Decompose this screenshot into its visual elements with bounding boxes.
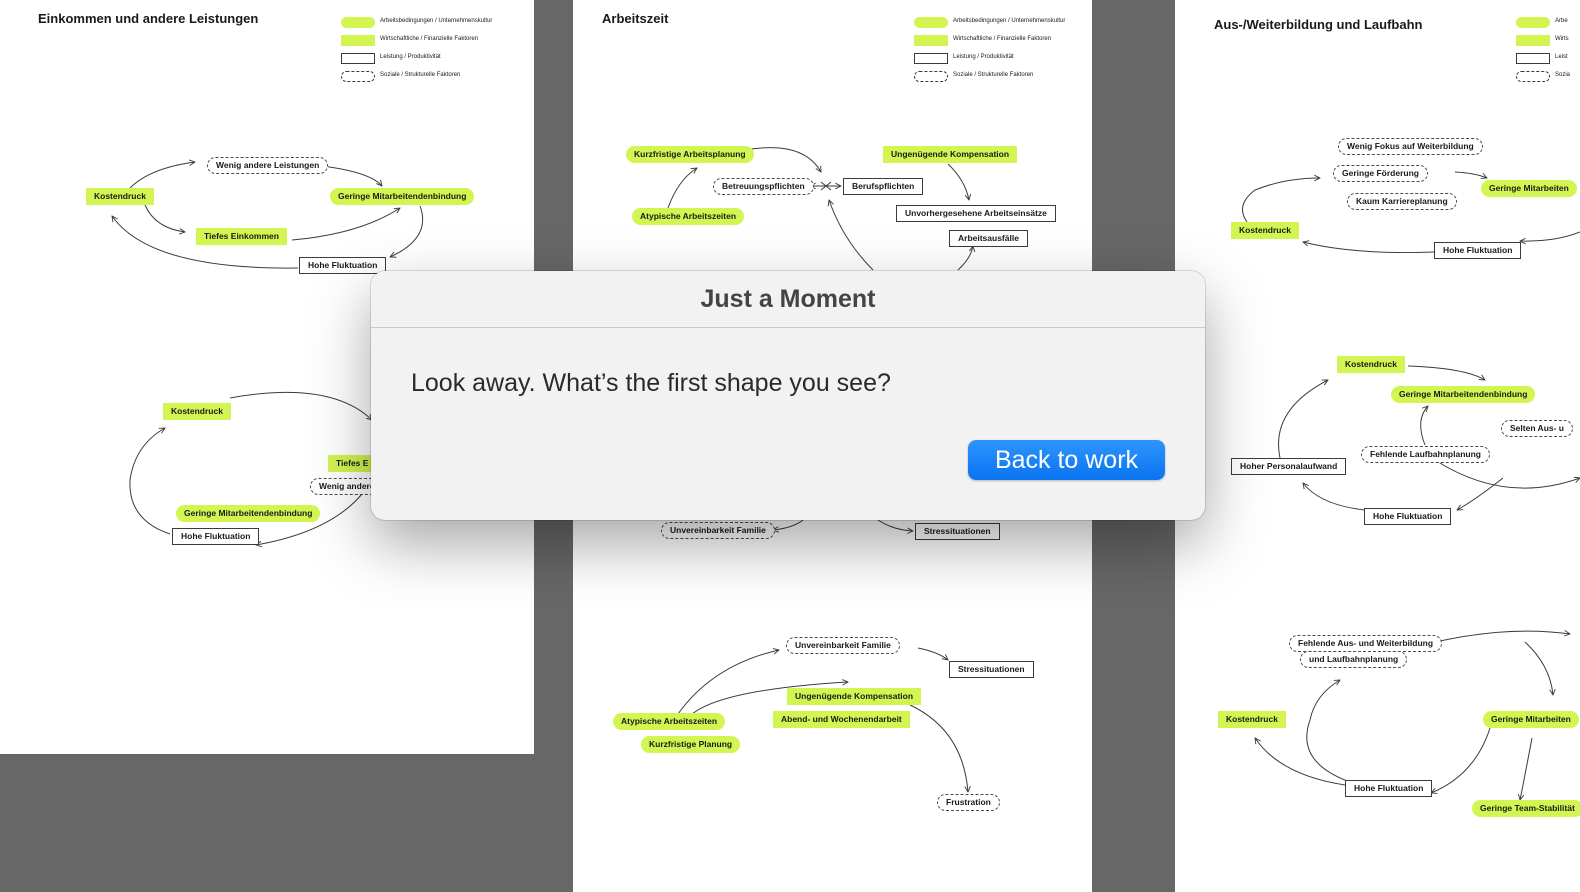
dialog-title: Just a Moment	[371, 271, 1205, 328]
dialog-message: Look away. What’s the first shape you se…	[411, 369, 891, 397]
back-to-work-button[interactable]: Back to work	[968, 440, 1165, 480]
break-reminder-dialog: Just a Moment Look away. What’s the firs…	[371, 271, 1205, 520]
